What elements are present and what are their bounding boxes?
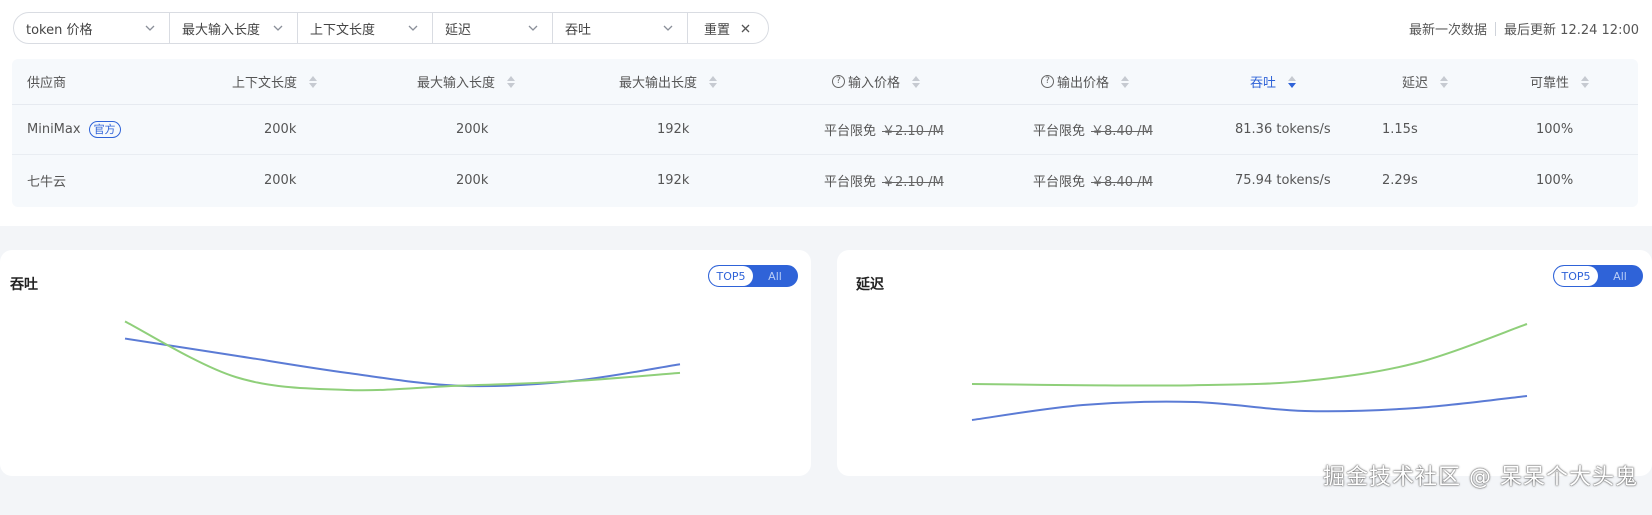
header-label: 最大输出长度 xyxy=(619,76,698,91)
header-reliability[interactable]: 可靠性 xyxy=(1530,59,1590,104)
toggle-top5[interactable]: TOP5 xyxy=(709,266,753,286)
header-label: 输入价格 xyxy=(848,76,901,91)
header-label: 输出价格 xyxy=(1057,76,1110,91)
filter-context-length[interactable]: 上下文长度 xyxy=(298,13,433,43)
chevron-down-icon xyxy=(143,21,157,35)
series-line-0 xyxy=(971,395,1528,421)
reset-label: 重置 xyxy=(704,22,731,38)
filter-bar: token 价格 最大输入长度 上下文长度 延迟 吞吐 重置 xyxy=(13,12,769,44)
header-label: 可靠性 xyxy=(1530,76,1570,91)
original-price: ￥2.10 /M xyxy=(882,124,944,139)
free-label: 平台限免 xyxy=(824,124,877,139)
filter-throughput[interactable]: 吞吐 xyxy=(553,13,688,43)
toggle-all[interactable]: All xyxy=(753,266,797,286)
latest-data-label: 最新一次数据 xyxy=(1409,23,1488,38)
cell-input-price: 平台限免 ￥2.10 /M xyxy=(824,155,944,205)
latency-chart-card: 延迟 TOP5 All xyxy=(837,250,1652,476)
close-icon xyxy=(738,21,752,35)
header-label: 吞吐 xyxy=(1250,76,1277,91)
throughput-line-chart xyxy=(124,320,681,392)
official-badge: 官方 xyxy=(88,121,121,138)
filter-label: 上下文长度 xyxy=(310,22,376,38)
header-context[interactable]: 上下文长度 xyxy=(232,59,318,104)
header-label: 最大输入长度 xyxy=(417,76,496,91)
header-provider: 供应商 xyxy=(27,59,66,104)
throughput-chart-card: 吞吐 TOP5 All xyxy=(0,250,811,476)
table-row[interactable]: 七牛云 200k 200k 192k 平台限免 ￥2.10 /M 平台限免 ￥8.4… xyxy=(12,155,1638,205)
cell-output-price: 平台限免 ￥8.40 /M xyxy=(1033,105,1153,154)
header-label: 上下文长度 xyxy=(232,76,298,91)
provider-table: 供应商 上下文长度 最大输入长度 最大输出长度 ? 输入价格 ? 输出价格 吞吐 延… xyxy=(12,59,1638,207)
cell-input-price: 平台限免 ￥2.10 /M xyxy=(824,105,944,154)
chevron-down-icon xyxy=(526,21,540,35)
series-line-1 xyxy=(971,323,1528,387)
sort-icon xyxy=(1581,75,1590,88)
header-output-price[interactable]: ? 输出价格 xyxy=(1041,59,1130,104)
sort-icon xyxy=(309,75,318,88)
table-row[interactable]: MiniMax 官方 200k 200k 192k 平台限免 ￥2.10 /M 平台… xyxy=(12,105,1638,155)
toggle-all[interactable]: All xyxy=(1598,266,1642,286)
filter-max-input[interactable]: 最大输入长度 xyxy=(170,13,298,43)
original-price: ￥8.40 /M xyxy=(1091,174,1153,190)
cell-output-price: 平台限免 ￥8.40 /M xyxy=(1033,155,1153,205)
header-label: 供应商 xyxy=(27,76,67,91)
sort-icon xyxy=(1121,75,1130,88)
original-price: ￥8.40 /M xyxy=(1091,124,1153,139)
cell-latency: 1.15s xyxy=(1382,122,1418,137)
free-label: 平台限免 xyxy=(1033,124,1086,139)
original-price: ￥2.10 /M xyxy=(882,174,944,190)
chevron-down-icon xyxy=(406,21,420,35)
charts-section: 吞吐 TOP5 All 延迟 TOP5 All 掘金技术社区 @ 呆呆个大头鬼 xyxy=(0,226,1652,515)
header-input-price[interactable]: ? 输入价格 xyxy=(832,59,921,104)
cell-context: 200k xyxy=(264,172,297,188)
top5-all-toggle[interactable]: TOP5 All xyxy=(708,265,798,287)
reset-button[interactable]: 重置 xyxy=(688,13,768,43)
filter-token-price[interactable]: token 价格 xyxy=(14,13,170,43)
cell-reliability: 100% xyxy=(1536,122,1574,137)
filter-latency[interactable]: 延迟 xyxy=(433,13,553,43)
table-header: 供应商 上下文长度 最大输入长度 最大输出长度 ? 输入价格 ? 输出价格 吞吐 延… xyxy=(12,59,1638,105)
cell-provider: MiniMax 官方 xyxy=(27,105,121,154)
sort-icon xyxy=(1440,75,1449,88)
filter-label: 最大输入长度 xyxy=(182,22,261,38)
cell-max-output: 192k xyxy=(657,172,690,188)
free-label: 平台限免 xyxy=(824,174,877,190)
chevron-down-icon xyxy=(661,21,675,35)
last-updated-label: 最后更新 12.24 12:00 xyxy=(1504,23,1639,38)
header-throughput[interactable]: 吞吐 xyxy=(1250,59,1297,104)
chevron-down-icon xyxy=(271,21,285,35)
filter-label: 延迟 xyxy=(445,22,472,38)
cell-context: 200k xyxy=(264,122,297,137)
cell-reliability: 100% xyxy=(1536,172,1574,188)
sort-icon xyxy=(1288,75,1297,88)
header-max-output[interactable]: 最大输出长度 xyxy=(619,59,718,104)
header-label: 延迟 xyxy=(1402,76,1429,91)
cell-provider: 七牛云 xyxy=(27,174,67,190)
top5-all-toggle[interactable]: TOP5 All xyxy=(1553,265,1643,287)
question-icon[interactable]: ? xyxy=(832,75,845,88)
header-latency[interactable]: 延迟 xyxy=(1402,59,1449,104)
watermark: 掘金技术社区 @ 呆呆个大头鬼 xyxy=(1323,465,1638,490)
divider xyxy=(1495,21,1497,36)
cell-latency: 2.29s xyxy=(1382,172,1418,188)
provider-name: MiniMax xyxy=(27,122,81,137)
cell-max-input: 200k xyxy=(456,122,489,137)
question-icon[interactable]: ? xyxy=(1041,75,1054,88)
cell-max-output: 192k xyxy=(657,122,690,137)
header-max-input[interactable]: 最大输入长度 xyxy=(417,59,516,104)
cell-max-input: 200k xyxy=(456,172,489,188)
cell-throughput: 75.94 tokens/s xyxy=(1235,172,1331,188)
cell-throughput: 81.36 tokens/s xyxy=(1235,122,1331,137)
filter-label: 吞吐 xyxy=(565,22,592,38)
latency-line-chart xyxy=(971,323,1528,421)
sort-icon xyxy=(507,75,516,88)
free-label: 平台限免 xyxy=(1033,174,1086,190)
sort-icon xyxy=(709,75,718,88)
sort-icon xyxy=(912,75,921,88)
toggle-top5[interactable]: TOP5 xyxy=(1554,266,1598,286)
filter-label: token 价格 xyxy=(26,22,93,38)
update-meta: 最新一次数据 最后更新 12.24 12:00 xyxy=(1409,19,1639,38)
